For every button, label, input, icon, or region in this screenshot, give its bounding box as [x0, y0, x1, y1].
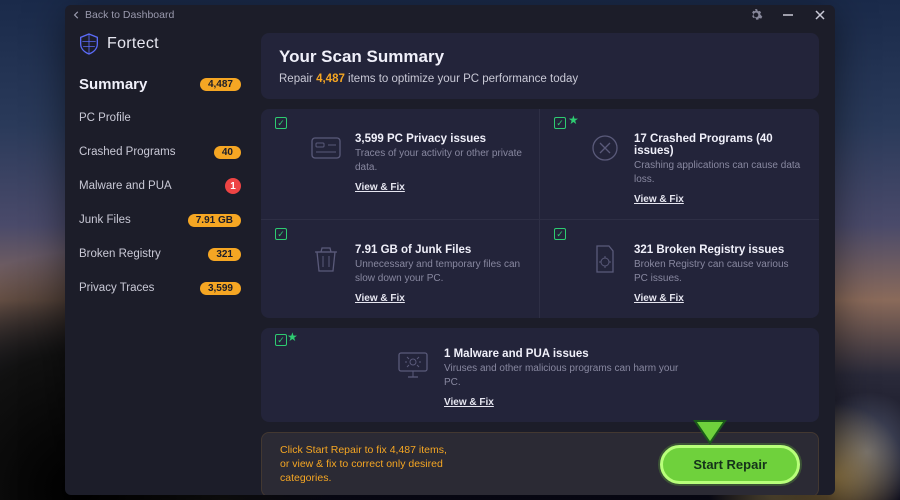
checkbox-icon[interactable]: ✓ [554, 117, 566, 129]
issue-desc: Broken Registry can cause various PC iss… [634, 258, 805, 285]
scan-summary-title: Your Scan Summary [279, 47, 801, 67]
issue-desc: Traces of your activity or other private… [355, 147, 525, 174]
issue-title: 1 Malware and PUA issues [444, 348, 684, 360]
issue-card-registry: ✓ 321 Broken Registry issues Broken Regi… [540, 220, 819, 318]
sidebar-item-badge: 40 [214, 146, 241, 159]
settings-button[interactable] [749, 8, 763, 22]
view-and-fix-link[interactable]: View & Fix [634, 194, 684, 205]
summary-sub-suffix: items to optimize your PC performance to… [345, 73, 578, 85]
issues-grid: ✓ 3,599 PC Privacy issues Traces of your… [261, 109, 819, 318]
view-and-fix-link[interactable]: View & Fix [634, 293, 684, 304]
issue-title: 7.91 GB of Junk Files [355, 244, 525, 256]
view-and-fix-link[interactable]: View & Fix [444, 397, 494, 408]
issue-card-junk: ✓ 7.91 GB of Junk Files Unnecessary and … [261, 220, 540, 318]
star-icon: ★ [287, 330, 298, 346]
checkbox-icon[interactable]: ✓ [554, 228, 566, 240]
scan-summary-card: Your Scan Summary Repair 4,487 items to … [261, 33, 819, 99]
summary-sub-prefix: Repair [279, 73, 316, 85]
issue-desc: Unnecessary and temporary files can slow… [355, 258, 525, 285]
sidebar-item-badge: 321 [208, 248, 241, 261]
star-icon: ★ [568, 113, 579, 127]
sidebar-item-crashed-programs[interactable]: Crashed Programs 40 [79, 137, 241, 167]
sidebar-item-label: Malware and PUA [79, 180, 172, 192]
back-label: Back to Dashboard [85, 9, 174, 21]
issue-title: 3,599 PC Privacy issues [355, 133, 525, 145]
sidebar-item-badge: 4,487 [200, 78, 241, 91]
sidebar-item-label: Broken Registry [79, 248, 161, 260]
sidebar-item-privacy-traces[interactable]: Privacy Traces 3,599 [79, 273, 241, 303]
close-button[interactable] [813, 8, 827, 22]
minimize-button[interactable] [781, 8, 795, 22]
tutorial-arrow-icon [693, 417, 727, 445]
issue-card-crashed: ✓★ 17 Crashed Programs (40 issues) Crash… [540, 109, 819, 220]
footer-bar: Click Start Repair to fix 4,487 items, o… [261, 432, 819, 495]
sidebar-item-malware-and-pua[interactable]: Malware and PUA 1 [79, 171, 241, 201]
issue-title: 321 Broken Registry issues [634, 244, 805, 256]
issue-title: 17 Crashed Programs (40 issues) [634, 133, 805, 157]
checkbox-icon[interactable]: ✓ [275, 117, 287, 129]
sidebar-item-label: PC Profile [79, 112, 131, 124]
crash-icon [590, 133, 620, 163]
sidebar-item-label: Privacy Traces [79, 282, 154, 294]
registry-file-icon [590, 244, 620, 274]
brand: Fortect [79, 33, 241, 55]
main-panel: Your Scan Summary Repair 4,487 items to … [255, 25, 835, 495]
sidebar-item-badge: 3,599 [200, 282, 241, 295]
footer-hint: Click Start Repair to fix 4,487 items, o… [280, 443, 458, 486]
titlebar: Back to Dashboard [65, 5, 835, 25]
sidebar-item-label: Junk Files [79, 214, 131, 226]
issue-desc: Crashing applications can cause data los… [634, 159, 805, 186]
sidebar-item-badge: 7.91 GB [188, 214, 241, 227]
gear-icon [749, 8, 763, 22]
summary-sub-count: 4,487 [316, 73, 345, 85]
sidebar-item-badge: 1 [225, 178, 241, 194]
checkbox-icon[interactable]: ✓ [275, 228, 287, 240]
id-card-icon [311, 133, 341, 163]
checkbox-icon[interactable]: ✓ [275, 334, 287, 346]
sidebar-item-broken-registry[interactable]: Broken Registry 321 [79, 239, 241, 269]
app-window: Back to Dashboard Fortect [65, 5, 835, 495]
view-and-fix-link[interactable]: View & Fix [355, 182, 405, 193]
scan-summary-subtitle: Repair 4,487 items to optimize your PC p… [279, 73, 801, 85]
view-and-fix-link[interactable]: View & Fix [355, 293, 405, 304]
start-repair-button[interactable]: Start Repair [660, 445, 800, 484]
close-icon [814, 9, 826, 21]
sidebar-item-label: Summary [79, 76, 147, 93]
brand-name: Fortect [107, 35, 159, 53]
sidebar-item-junk-files[interactable]: Junk Files 7.91 GB [79, 205, 241, 235]
issue-card-privacy: ✓ 3,599 PC Privacy issues Traces of your… [261, 109, 540, 220]
issue-card-malware: ✓★ 1 Malware and PUA issues Viruses and … [261, 328, 819, 422]
malware-monitor-icon [396, 348, 430, 382]
trash-icon [311, 244, 341, 274]
sidebar-item-summary[interactable]: Summary 4,487 [79, 69, 241, 99]
back-to-dashboard-link[interactable]: Back to Dashboard [73, 9, 174, 21]
sidebar: Fortect Summary 4,487 PC Profile Crashed… [65, 25, 255, 495]
sidebar-item-label: Crashed Programs [79, 146, 176, 158]
sidebar-item-pc-profile[interactable]: PC Profile [79, 103, 241, 133]
issue-desc: Viruses and other malicious programs can… [444, 362, 684, 389]
shield-icon [79, 33, 99, 55]
minimize-icon [782, 9, 794, 21]
chevron-left-icon [73, 11, 81, 19]
